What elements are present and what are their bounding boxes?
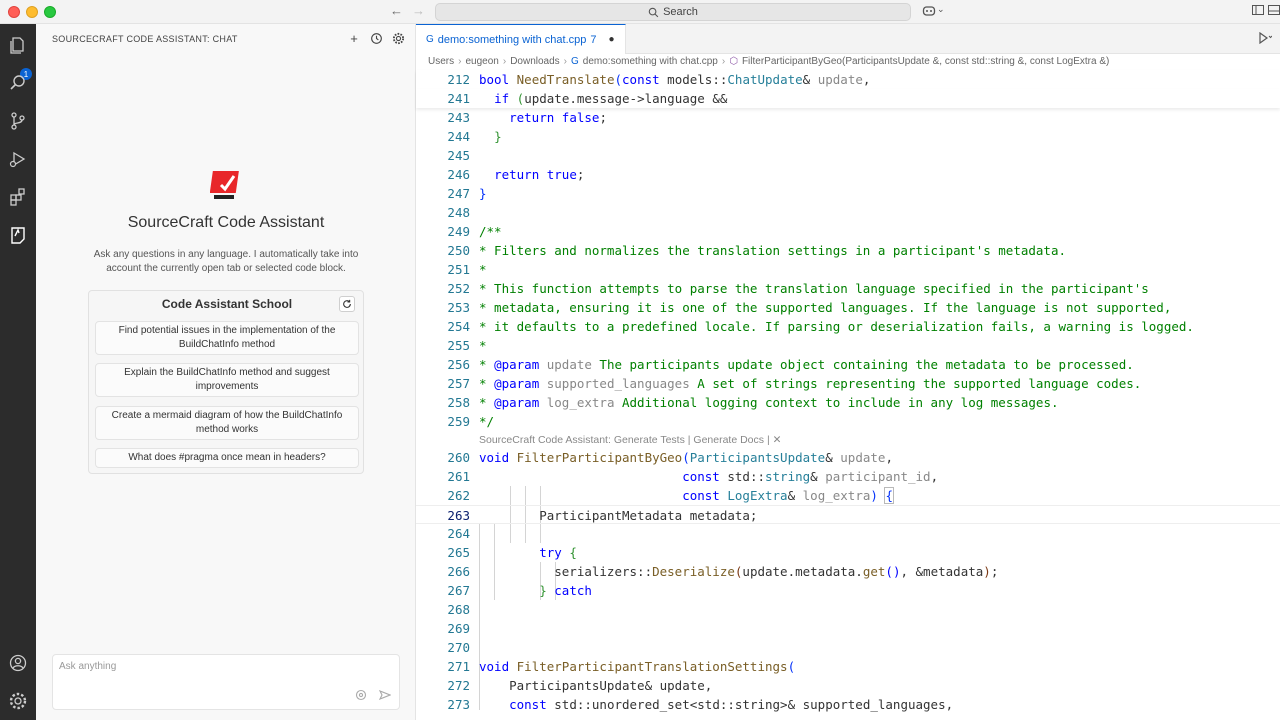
back-arrow-icon[interactable]: ←	[390, 3, 403, 18]
command-center-search[interactable]: Search	[435, 3, 911, 21]
code-line: 273 const std::unordered_set<std::string…	[447, 697, 954, 712]
mention-icon[interactable]	[355, 689, 367, 704]
code-line: 251 *	[447, 262, 487, 277]
code-line: 268	[447, 602, 470, 617]
code-line: 267 } catch	[447, 583, 592, 598]
code-line: 262 const LogExtra& log_extra) {	[447, 487, 894, 504]
cpp-file-icon: G	[571, 56, 579, 67]
breadcrumb-item[interactable]: Downloads	[510, 56, 559, 67]
code-line: 241 if (update.message->language &&	[416, 89, 1280, 108]
close-window-button[interactable]	[8, 6, 20, 18]
sidebar-header: SOURCECRAFT CODE ASSISTANT: CHAT	[52, 34, 238, 44]
run-debug-icon[interactable]	[7, 148, 29, 170]
maximize-window-button[interactable]	[44, 6, 56, 18]
unsaved-dot-icon[interactable]: ●	[609, 34, 615, 45]
code-line: 254 * it defaults to a predefined locale.…	[447, 319, 1194, 334]
code-line: 259 */	[447, 414, 495, 429]
history-icon[interactable]	[369, 31, 383, 45]
extensions-icon[interactable]	[7, 186, 29, 208]
tab-chat-cpp[interactable]: G demo:something with chat.cpp 7 ●	[416, 24, 626, 54]
gear-icon[interactable]	[391, 31, 405, 45]
code-line: 212 bool NeedTranslate(const models::Chat…	[416, 70, 1280, 89]
school-title: Code Assistant School	[161, 297, 293, 311]
code-line: 271 void FilterParticipantTranslationSett…	[447, 659, 796, 674]
close-codelens-icon[interactable]: | ✕	[764, 434, 781, 446]
code-line: 247}	[447, 186, 487, 201]
chat-input-box	[52, 654, 400, 710]
problems-count: 7	[590, 33, 597, 46]
code-line: 250 * Filters and normalizes the translat…	[447, 243, 1066, 258]
code-line: 244 }	[447, 129, 502, 144]
new-chat-icon[interactable]: +	[347, 31, 361, 46]
assistant-title: SourceCraft Code Assistant	[127, 214, 325, 231]
toggle-sidebar-icon[interactable]	[1252, 4, 1264, 19]
code-line: 261 const std::string& participant_id,	[447, 469, 939, 484]
editor-area: G demo:something with chat.cpp 7 ● Users…	[416, 24, 1280, 720]
breadcrumb: Users › eugeon › Downloads › G demo:somethi…	[428, 56, 1110, 67]
search-icon[interactable]	[7, 72, 29, 94]
minimize-window-button[interactable]	[26, 6, 38, 18]
run-icon[interactable]	[1258, 31, 1273, 47]
code-line: 270	[447, 640, 470, 655]
title-bar: ← → Search ⌄	[0, 0, 1280, 24]
chevron-down-icon[interactable]: ⌄	[937, 4, 945, 15]
suggestion-button[interactable]: Find potential issues in the implementat…	[95, 321, 359, 355]
settings-icon[interactable]	[7, 690, 29, 712]
breadcrumb-item[interactable]: FilterParticipantByGeo(ParticipantsUpdat…	[742, 56, 1109, 67]
codelens: SourceCraft Code Assistant: Generate Tes…	[479, 432, 781, 448]
code-line: 269	[447, 621, 470, 636]
generate-docs-link[interactable]: Generate Docs	[693, 434, 764, 446]
explorer-icon[interactable]	[7, 34, 29, 56]
search-label: Search	[663, 6, 698, 18]
code-line: 263 ParticipantMetadata metadata;	[416, 505, 1280, 524]
code-line: 266 serializers::Deserialize(update.meta…	[447, 564, 999, 579]
code-line: 256 * @param update The participants upda…	[447, 357, 1134, 372]
code-line: 252 * This function attempts to parse the…	[447, 281, 1149, 296]
code-line: 258 * @param log_extra Additional logging…	[447, 395, 1059, 410]
activity-bar: 1	[0, 24, 36, 720]
suggestion-button[interactable]: What does #pragma once mean in headers?	[95, 448, 359, 468]
suggestion-button[interactable]: Create a mermaid diagram of how the Buil…	[95, 406, 359, 440]
tab-bar: G demo:something with chat.cpp 7 ●	[416, 24, 1280, 54]
chat-input[interactable]	[59, 661, 359, 681]
assistant-description: Ask any questions in any language. I aut…	[93, 249, 359, 274]
code-line: 253 * metadata, ensuring it is one of the…	[447, 300, 1172, 315]
search-icon	[648, 7, 659, 17]
send-icon[interactable]	[378, 689, 392, 704]
code-line: 248	[447, 205, 470, 220]
suggestion-button[interactable]: Explain the BuildChatInfo method and sug…	[95, 363, 359, 397]
code-line: 260 void FilterParticipantByGeo(Participa…	[447, 450, 893, 465]
generate-tests-link[interactable]: Generate Tests	[614, 434, 685, 446]
code-line: 255 *	[447, 338, 487, 353]
code-line: 265 try {	[447, 545, 577, 560]
breadcrumb-item[interactable]: Users	[428, 56, 454, 67]
code-assistant-school-panel: Code Assistant School Find potential iss…	[88, 290, 364, 474]
breadcrumb-item[interactable]: demo:something with chat.cpp	[583, 56, 718, 67]
sidebar-actions: +	[347, 31, 405, 46]
code-line: 245	[447, 148, 470, 163]
code-line: 272 ParticipantsUpdate& update,	[447, 678, 713, 693]
code-line: 243 return false;	[447, 110, 607, 125]
codelens-prefix: SourceCraft Code Assistant:	[479, 434, 614, 446]
function-icon: ⬡	[729, 56, 738, 67]
refresh-icon	[343, 299, 351, 308]
code-line: 249/**	[447, 224, 502, 239]
copilot-icon[interactable]	[922, 4, 936, 21]
refresh-suggestions-button[interactable]	[339, 296, 355, 312]
account-icon[interactable]	[7, 652, 29, 674]
cpp-file-icon: G	[426, 34, 434, 45]
tab-label: demo:something with chat.cpp	[437, 33, 587, 46]
toggle-panel-icon[interactable]	[1268, 4, 1280, 19]
breadcrumb-item[interactable]: eugeon	[465, 56, 498, 67]
code-line: 264	[447, 526, 470, 541]
source-control-icon[interactable]	[7, 110, 29, 132]
code-line: 257 * @param supported_languages A set of…	[447, 376, 1142, 391]
forward-arrow-icon[interactable]: →	[412, 3, 425, 18]
code-line: 246 return true;	[447, 167, 585, 182]
sourcecraft-logo-icon	[210, 171, 239, 199]
assistant-icon[interactable]	[7, 224, 29, 246]
chat-sidebar: SOURCECRAFT CODE ASSISTANT: CHAT + Sourc…	[36, 24, 416, 720]
